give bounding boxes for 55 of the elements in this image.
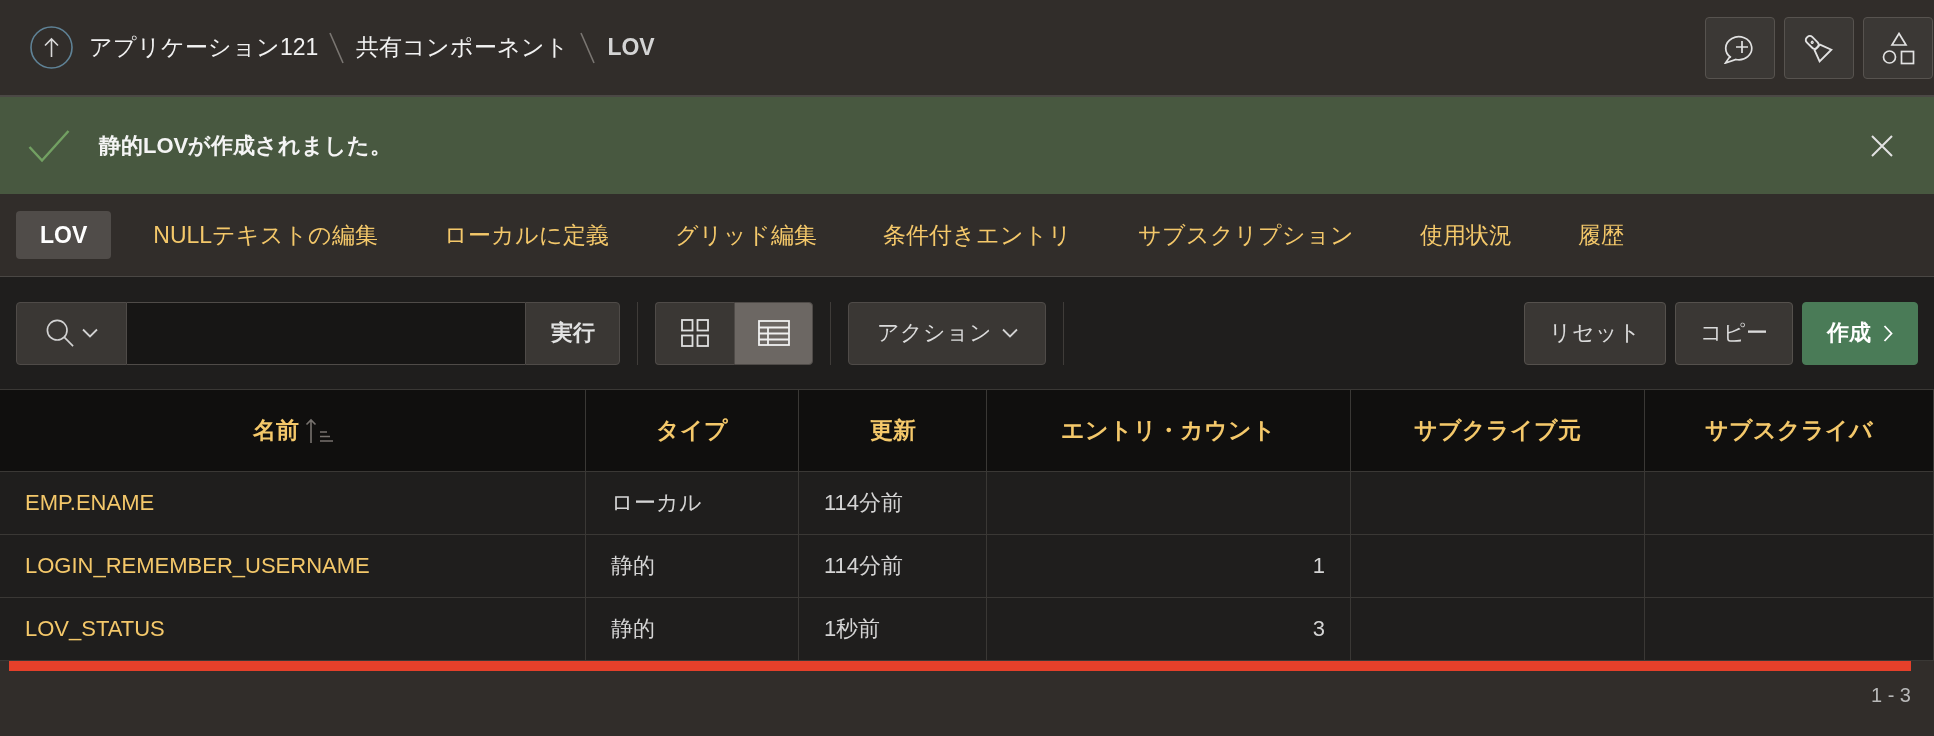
report-view-button[interactable] — [734, 301, 813, 365]
shapes-button[interactable] — [1863, 17, 1933, 79]
add-comment-button[interactable] — [1705, 17, 1775, 79]
create-button[interactable]: 作成 — [1802, 301, 1918, 365]
column-header[interactable]: 名前 — [0, 390, 586, 472]
tab[interactable]: 使用状況 — [1396, 211, 1537, 259]
tab[interactable]: 履歴 — [1554, 211, 1649, 259]
tab[interactable]: グリッド編集 — [651, 211, 842, 259]
chevron-down-icon — [1001, 328, 1018, 338]
current-page-title: LOV — [607, 34, 655, 61]
search-field[interactable] — [127, 301, 525, 365]
separator-icon — [329, 31, 345, 64]
table-cell: 1秒前 — [799, 598, 987, 661]
flashlight-icon — [1803, 32, 1835, 64]
check-icon — [28, 128, 70, 163]
column-header[interactable]: サブクライブ元 — [1351, 390, 1645, 472]
table-cell: 静的 — [586, 535, 799, 598]
flashlight-button[interactable] — [1784, 17, 1854, 79]
column-header[interactable]: 更新 — [799, 390, 987, 472]
search-icon — [45, 319, 74, 347]
lov-name-link[interactable]: LOV_STATUS — [25, 616, 165, 642]
table-cell: ローカル — [586, 472, 799, 535]
chevron-down-icon — [81, 328, 98, 338]
success-message: 静的LOVが作成されました。 — [99, 131, 393, 160]
table-cell: 114分前 — [799, 472, 987, 535]
breadcrumb-link[interactable]: アプリケーション121 — [89, 32, 319, 63]
toolbar-button[interactable]: リセット — [1524, 301, 1666, 365]
table-icon — [757, 320, 790, 346]
table-cell: 1 — [987, 535, 1351, 598]
go-button[interactable]: 実行 — [525, 301, 620, 365]
actions-menu-button[interactable]: アクション — [848, 301, 1046, 365]
icon-view-button[interactable] — [655, 301, 734, 365]
lov-name-link[interactable]: EMP.ENAME — [25, 490, 155, 516]
breadcrumb-link[interactable]: 共有コンポーネント — [356, 32, 570, 63]
table-cell: 114分前 — [799, 535, 987, 598]
chevron-right-icon — [1883, 324, 1893, 342]
toolbar-button[interactable]: コピー — [1675, 301, 1793, 365]
separator-icon — [580, 31, 596, 64]
tab[interactable]: ローカルに定義 — [420, 211, 634, 259]
table-cell: 3 — [987, 598, 1351, 661]
tab[interactable]: NULLテキストの編集 — [129, 211, 403, 259]
column-header[interactable]: エントリ・カウント — [987, 390, 1351, 472]
table-cell: 静的 — [586, 598, 799, 661]
lov-name-link[interactable]: LOGIN_REMEMBER_USERNAME — [25, 553, 370, 579]
arrow-up-circle-icon[interactable] — [30, 26, 73, 69]
grid-icon — [681, 319, 709, 347]
tab[interactable]: サブスクリプション — [1114, 211, 1379, 259]
pagination-range: 1 - 3 — [1870, 684, 1911, 707]
column-header[interactable]: タイプ — [586, 390, 799, 472]
tab[interactable]: LOV — [16, 211, 112, 259]
shapes-icon — [1881, 31, 1915, 65]
tab[interactable]: 条件付きエントリ — [859, 211, 1097, 259]
column-header[interactable]: サブスクライバ — [1645, 390, 1934, 472]
search-options-button[interactable] — [16, 301, 127, 365]
close-icon[interactable] — [1871, 134, 1893, 157]
